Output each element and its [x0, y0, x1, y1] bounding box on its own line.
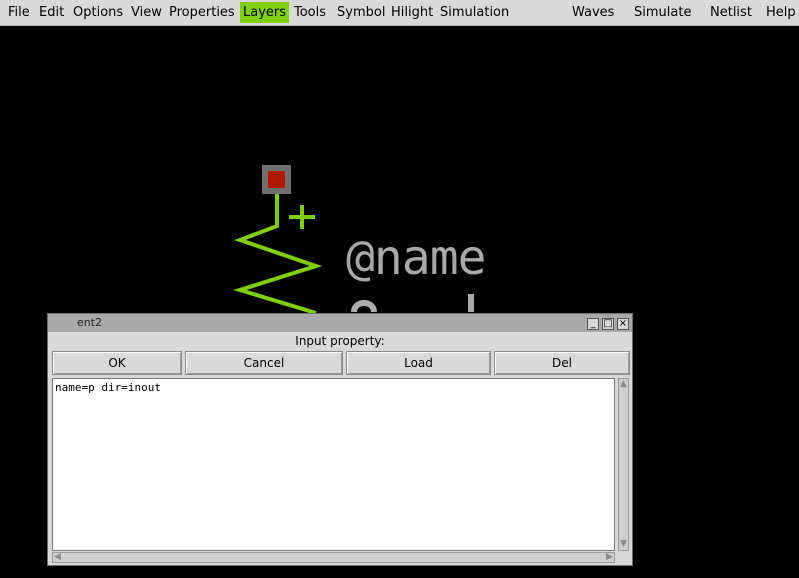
vertical-scrollbar[interactable]: ▲ ▼: [618, 378, 629, 551]
menu-symbol[interactable]: Symbol: [337, 2, 385, 23]
cancel-button[interactable]: Cancel: [185, 351, 343, 375]
del-button[interactable]: Del: [494, 351, 630, 375]
dialog-titlebar[interactable]: ent2 _ □ ×: [48, 314, 632, 332]
load-button[interactable]: Load: [346, 351, 491, 375]
menu-tools[interactable]: Tools: [294, 2, 326, 23]
scroll-down-icon[interactable]: ▼: [620, 540, 627, 549]
menu-layers[interactable]: Layers: [240, 2, 290, 23]
menu-help[interactable]: Help: [766, 2, 796, 23]
minimize-icon[interactable]: _: [587, 318, 599, 330]
menu-properties[interactable]: Properties: [169, 2, 235, 23]
maximize-icon[interactable]: □: [602, 318, 614, 330]
horizontal-scrollbar[interactable]: ◀ ▶: [52, 552, 615, 563]
symbol-name-label: @name: [346, 230, 486, 286]
pin-marker: [268, 171, 285, 188]
scroll-right-icon[interactable]: ▶: [606, 553, 613, 562]
property-text-area[interactable]: name=p dir=inout: [52, 378, 615, 551]
partial-text-glyphs: [351, 294, 474, 312]
dialog-title: ent2: [77, 316, 103, 329]
scroll-up-icon[interactable]: ▲: [620, 380, 627, 389]
resistor-zigzag: [233, 194, 323, 315]
symbol-second-label-partial: [350, 288, 490, 312]
menu-edit[interactable]: Edit: [39, 2, 64, 23]
menu-hilight[interactable]: Hilight: [391, 2, 433, 23]
scroll-left-icon[interactable]: ◀: [54, 553, 61, 562]
menu-simulation[interactable]: Simulation: [440, 2, 509, 23]
menu-netlist[interactable]: Netlist: [710, 2, 752, 23]
ok-button[interactable]: OK: [52, 351, 182, 375]
input-property-dialog: ent2 _ □ × Input property: OK Cancel Loa…: [47, 313, 633, 566]
menu-options[interactable]: Options: [73, 2, 123, 23]
close-icon[interactable]: ×: [617, 318, 629, 330]
menu-bar: File Edit Options View Properties Layers…: [0, 0, 799, 26]
menu-waves[interactable]: Waves: [572, 2, 614, 23]
menu-view[interactable]: View: [131, 2, 162, 23]
dialog-prompt: Input property:: [295, 334, 385, 348]
menu-file[interactable]: File: [8, 2, 30, 23]
menu-simulate[interactable]: Simulate: [634, 2, 691, 23]
